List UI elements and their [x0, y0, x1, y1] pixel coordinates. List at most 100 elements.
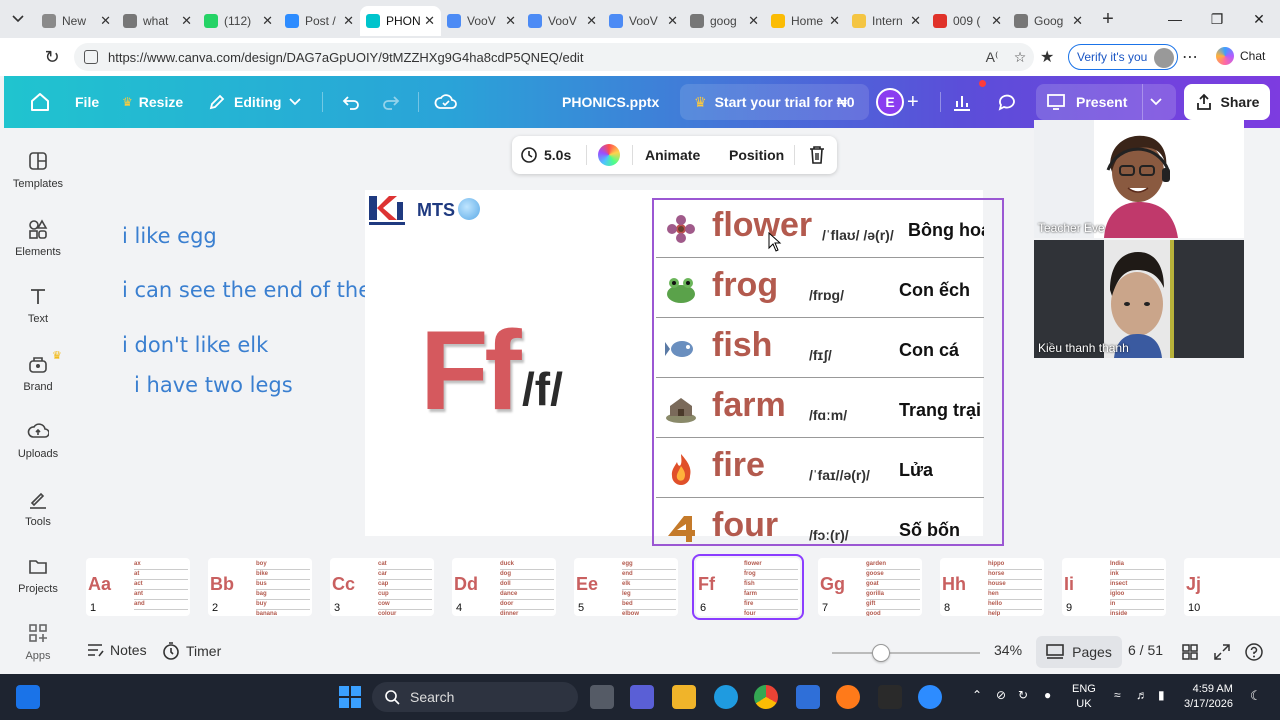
capcut-icon[interactable] [878, 685, 902, 709]
undo-icon[interactable] [340, 91, 362, 113]
sync-icon[interactable]: ↻ [1018, 688, 1028, 703]
close-tab-icon[interactable]: ✕ [910, 13, 921, 29]
canvas-text-line[interactable]: i like egg [122, 224, 217, 248]
browser-tab[interactable]: 009 (✕ [927, 6, 1008, 36]
sidebar-item-apps[interactable]: Apps [4, 622, 72, 666]
chevron-down-icon[interactable] [1150, 98, 1162, 106]
browser-tab[interactable]: New ✕ [36, 6, 117, 36]
phoneme-label[interactable]: /f/ [522, 362, 563, 416]
video-tile-teacher[interactable]: Teacher Eve [1034, 120, 1244, 238]
minimize-button[interactable]: — [1154, 0, 1196, 38]
copilot-chat-button[interactable]: Chat [1216, 47, 1265, 65]
user-avatar[interactable]: E [876, 88, 904, 116]
sidebar-item-uploads[interactable]: Uploads [4, 420, 72, 480]
close-tab-icon[interactable]: ✕ [1072, 13, 1083, 29]
sidebar-item-templates[interactable]: Templates [4, 150, 72, 210]
big-letter-ff[interactable]: Ff [420, 306, 522, 435]
favorites-icon[interactable]: ★ [1040, 47, 1054, 67]
pages-button[interactable]: Pages [1036, 636, 1122, 668]
close-tab-icon[interactable]: ✕ [424, 13, 435, 29]
animate-button[interactable]: Animate [645, 147, 700, 163]
battery-icon[interactable]: ▮ [1158, 688, 1165, 703]
page-thumbnail[interactable]: flower frog fish farm fire four Ff 6 [692, 554, 804, 620]
word-row[interactable]: fire /ˈfaɪ//ə(r)/ Lửa [656, 440, 984, 498]
browser-tab[interactable]: VooV ✕ [603, 6, 684, 36]
file-menu[interactable]: File [75, 76, 99, 128]
canvas-text-line[interactable]: i have two legs [134, 373, 293, 397]
close-window-button[interactable]: ✕ [1238, 0, 1280, 38]
browser-tab[interactable]: goog ✕ [684, 6, 765, 36]
edge-browser-icon[interactable] [714, 685, 738, 709]
url-text[interactable]: https://www.canva.com/design/DAG7aGpUOIY… [108, 50, 978, 65]
zoom-slider-handle[interactable] [872, 644, 890, 662]
video-tile-student[interactable]: Kiều thanh thanh [1034, 240, 1244, 358]
trash-icon[interactable] [808, 145, 826, 165]
resize-button[interactable]: ♛ Resize [122, 76, 183, 128]
page-thumbnail[interactable]: cat car cap cup cow colour Cc 3 [330, 558, 434, 616]
canvas-text-line[interactable]: i don't like elk [122, 333, 268, 357]
word-row[interactable]: flower /ˈflaʊ/ /ə(r)/ Bông hoa [656, 200, 984, 258]
sidebar-item-tools[interactable]: Tools [4, 488, 72, 548]
position-button[interactable]: Position [729, 147, 784, 163]
notes-button[interactable]: Notes [86, 642, 147, 658]
tab-search-chevron-icon[interactable] [0, 0, 36, 38]
zoom-app-icon[interactable] [918, 685, 942, 709]
tray-chevron-icon[interactable]: ⌃ [972, 688, 982, 703]
network-off-icon[interactable]: ⊘ [996, 688, 1006, 703]
word-table[interactable]: flower /ˈflaʊ/ /ə(r)/ Bông hoa frog /frɒ… [652, 198, 1004, 546]
close-tab-icon[interactable]: ✕ [748, 13, 759, 29]
timer-button[interactable]: Timer [162, 642, 221, 660]
close-tab-icon[interactable]: ✕ [262, 13, 273, 29]
close-tab-icon[interactable]: ✕ [667, 13, 678, 29]
zoom-slider-track[interactable] [832, 652, 980, 654]
read-aloud-icon[interactable]: A⁽ [978, 49, 1006, 66]
browser-tab[interactable]: VooV ✕ [522, 6, 603, 36]
browser-tab[interactable]: Home ✕ [765, 6, 846, 36]
microphone-icon[interactable]: ● [1044, 688, 1051, 703]
fullscreen-icon[interactable] [1214, 644, 1230, 660]
start-trial-button[interactable]: ♛ Start your trial for ₦0 [680, 84, 869, 120]
wifi-icon[interactable]: ≈ [1114, 688, 1121, 703]
page-thumbnail[interactable]: hippo horse house hen hello help Hh 8 [940, 558, 1044, 616]
browser-tab[interactable]: VooV ✕ [441, 6, 522, 36]
word-row[interactable]: farm /fɑːm/ Trang trại [656, 380, 984, 438]
browser-tab[interactable]: Post / ✕ [279, 6, 360, 36]
home-icon[interactable] [28, 91, 52, 113]
notification-icon[interactable]: ☾ [1250, 688, 1262, 703]
maximize-button[interactable]: ❐ [1196, 0, 1238, 38]
volume-icon[interactable]: ♬ [1136, 688, 1148, 703]
close-tab-icon[interactable]: ✕ [343, 13, 354, 29]
color-picker-icon[interactable] [598, 144, 620, 166]
close-tab-icon[interactable]: ✕ [100, 13, 111, 29]
close-tab-icon[interactable]: ✕ [586, 13, 597, 29]
add-collaborator-icon[interactable]: + [907, 76, 919, 128]
close-tab-icon[interactable]: ✕ [181, 13, 192, 29]
more-menu-icon[interactable]: ⋯ [1182, 47, 1198, 67]
editing-mode-dropdown[interactable]: Editing [208, 76, 302, 128]
page-thumbnail[interactable]: duck dog doll dance door dinner Dd 4 [452, 558, 556, 616]
close-tab-icon[interactable]: ✕ [829, 13, 840, 29]
taskbar-search[interactable]: Search [372, 682, 578, 712]
cloud-saved-icon[interactable] [434, 91, 458, 113]
page-counter[interactable]: 6 / 51 [1128, 642, 1163, 658]
zoom-level[interactable]: 34% [994, 642, 1022, 658]
page-thumbnail[interactable]: garden goose goat gorilla gift good Gg 7 [818, 558, 922, 616]
verify-profile-button[interactable]: Verify it's you [1068, 44, 1179, 70]
word-row[interactable]: fish /fɪʃ/ Con cá [656, 320, 984, 378]
reload-button[interactable]: ↻ [34, 38, 70, 76]
teams-icon[interactable] [630, 685, 654, 709]
word-row[interactable]: frog /frɒg/ Con ếch [656, 260, 984, 318]
windows-start-icon[interactable] [338, 685, 362, 709]
browser-tab[interactable]: Intern ✕ [846, 6, 927, 36]
page-thumbnail[interactable]: ax at act ant and Aa 1 [86, 558, 190, 616]
store-icon[interactable] [796, 685, 820, 709]
site-info-icon[interactable] [84, 50, 98, 64]
task-view-icon[interactable] [590, 685, 614, 709]
widgets-icon[interactable] [16, 685, 40, 709]
help-icon[interactable] [1244, 642, 1264, 662]
sidebar-item-projects[interactable]: Projects [4, 555, 72, 615]
language-indicator[interactable]: ENG UK [1072, 682, 1096, 712]
page-thumbnail[interactable]: India ink insect igloo in inside Ii 9 [1062, 558, 1166, 616]
duration-button[interactable]: 5.0s [520, 146, 571, 164]
browser-tab[interactable]: Goog ✕ [1008, 6, 1089, 36]
